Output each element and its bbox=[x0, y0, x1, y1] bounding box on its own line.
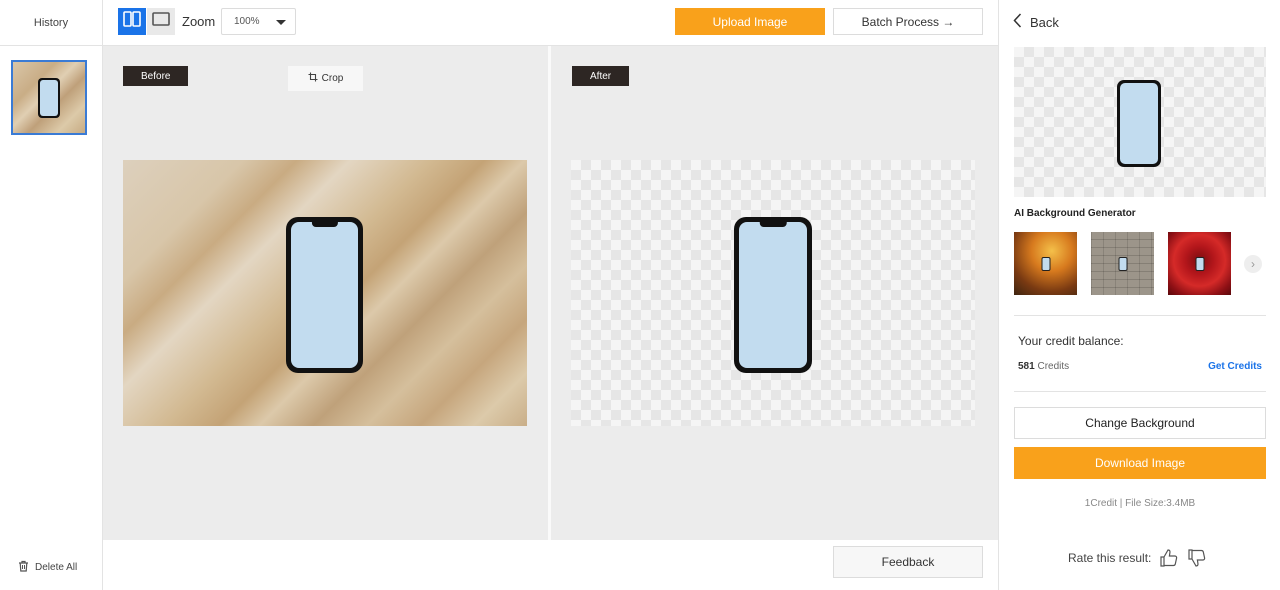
credit-balance-label: Your credit balance: bbox=[1018, 334, 1124, 348]
after-tag: After bbox=[572, 66, 630, 86]
rate-label: Rate this result: bbox=[1068, 551, 1152, 565]
original-image bbox=[123, 160, 527, 426]
chevron-left-icon bbox=[1013, 13, 1022, 31]
crop-button[interactable]: Crop bbox=[288, 66, 363, 91]
zoom-label: Zoom bbox=[182, 14, 216, 29]
autumn-forest-background[interactable] bbox=[1014, 232, 1077, 295]
upload-image-button[interactable]: Upload Image bbox=[675, 8, 825, 35]
chevron-down-icon bbox=[276, 20, 286, 25]
after-pane: After bbox=[551, 46, 998, 540]
result-preview bbox=[1014, 47, 1266, 197]
split-view-icon bbox=[123, 11, 141, 32]
single-view-icon bbox=[152, 12, 170, 31]
trash-icon bbox=[18, 560, 29, 575]
result-image bbox=[571, 160, 975, 426]
back-label: Back bbox=[1030, 14, 1059, 30]
single-view-button[interactable] bbox=[147, 8, 175, 35]
zoom-select[interactable]: 100% bbox=[221, 8, 296, 35]
file-info: 1Credit | File Size:3.4MB bbox=[1084, 498, 1196, 509]
download-image-button[interactable]: Download Image bbox=[1014, 447, 1266, 479]
before-tag: Before bbox=[123, 66, 189, 86]
thumbs-up-icon[interactable] bbox=[1159, 548, 1179, 568]
credit-unit: Credits bbox=[1037, 361, 1070, 372]
app-window: History Delete All Zoom 100% Upload Imag… bbox=[0, 0, 1280, 590]
change-background-button[interactable]: Change Background bbox=[1014, 407, 1266, 439]
ai-background-title: AI Background Generator bbox=[1014, 208, 1136, 219]
history-thumbnail[interactable] bbox=[11, 60, 87, 135]
thumbs-down-icon[interactable] bbox=[1187, 548, 1207, 568]
red-rose-background[interactable] bbox=[1168, 232, 1231, 295]
toolbar: Zoom 100% Upload Image Batch Process → bbox=[103, 0, 998, 46]
divider bbox=[1014, 315, 1266, 316]
before-pane: Before Crop bbox=[103, 46, 548, 540]
feedback-button[interactable]: Feedback bbox=[833, 546, 983, 578]
batch-process-button[interactable]: Batch Process → bbox=[833, 8, 983, 35]
crop-icon bbox=[308, 72, 318, 85]
right-panel: Back AI Background Generator › Your cred… bbox=[998, 0, 1280, 590]
back-button[interactable]: Back bbox=[1013, 13, 1059, 31]
rate-result: Rate this result: bbox=[1068, 548, 1207, 568]
delete-all-label: Delete All bbox=[35, 562, 78, 573]
delete-all-button[interactable]: Delete All bbox=[18, 560, 77, 575]
history-sidebar: History Delete All bbox=[0, 0, 103, 590]
credit-amount: 581 Credits bbox=[1018, 361, 1069, 372]
chevron-right-icon[interactable]: › bbox=[1244, 255, 1262, 273]
get-credits-link[interactable]: Get Credits bbox=[1208, 361, 1262, 372]
zoom-value: 100% bbox=[234, 16, 260, 27]
split-view-button[interactable] bbox=[118, 8, 146, 35]
crop-label: Crop bbox=[321, 73, 344, 84]
bottom-bar: Feedback bbox=[103, 540, 998, 590]
credit-count: 581 bbox=[1018, 361, 1035, 372]
divider bbox=[1014, 391, 1266, 392]
stone-wall-background[interactable] bbox=[1091, 232, 1154, 295]
history-title: History bbox=[0, 0, 102, 46]
